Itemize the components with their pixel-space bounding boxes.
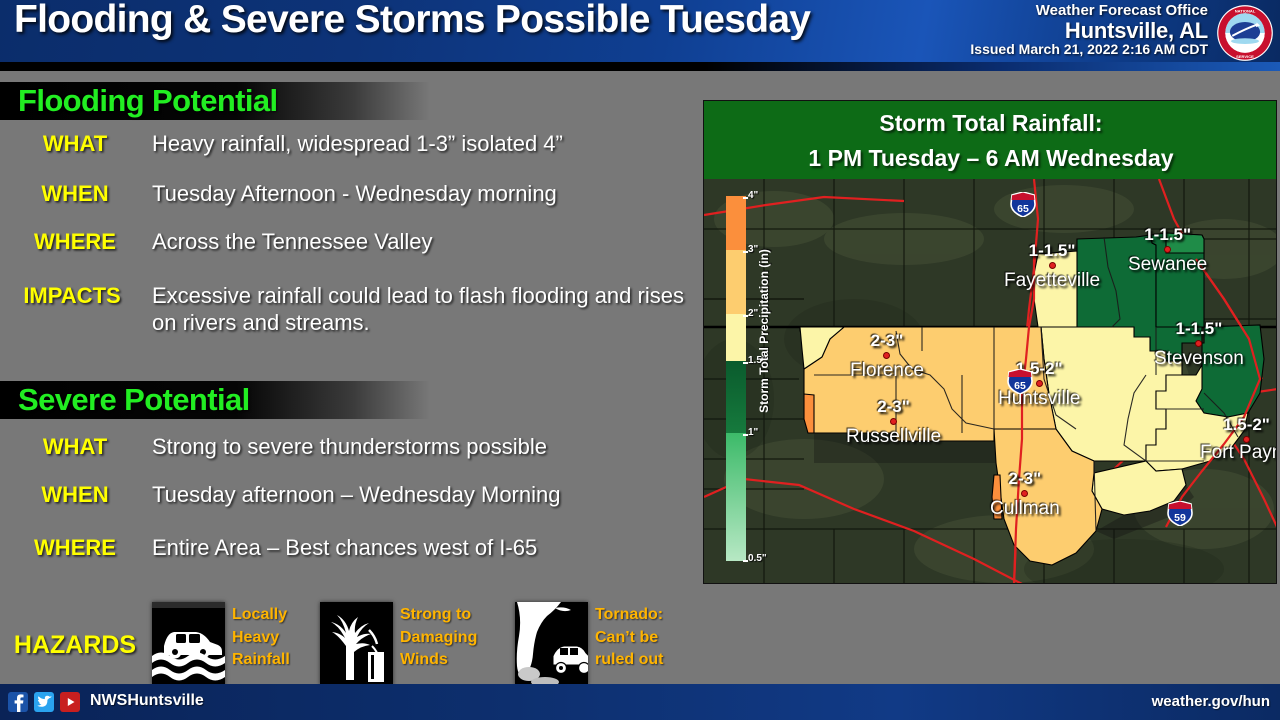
fort-payne-amount: 1.5-2" xyxy=(1223,415,1270,434)
flooding-when-label: WHEN xyxy=(41,181,109,206)
severe-where-label: WHERE xyxy=(34,535,116,560)
youtube-icon[interactable] xyxy=(60,692,80,712)
page-footer: NWSHuntsville weather.gov/hun xyxy=(0,684,1280,720)
map-title-line2: 1 PM Tuesday – 6 AM Wednesday xyxy=(808,144,1174,171)
russellville-amount: 2-3" xyxy=(877,397,910,416)
rainfall-map-panel[interactable]: Storm Total Rainfall: 1 PM Tuesday – 6 A… xyxy=(703,100,1277,584)
colorbar-tick-0p5: 0.5" xyxy=(743,553,767,564)
social-handle: NWSHuntsville xyxy=(90,692,204,709)
fayetteville-amount: 1-1.5" xyxy=(1028,241,1076,260)
colorbar-segment-1to1p5 xyxy=(726,361,746,433)
map-title: Storm Total Rainfall: 1 PM Tuesday – 6 A… xyxy=(704,101,1276,179)
hazard-wind-tree: Strong to Damaging Winds xyxy=(320,599,505,691)
issued-timestamp: Issued March 21, 2022 2:16 AM CDT xyxy=(970,41,1208,58)
huntsville-marker xyxy=(1035,380,1043,387)
wind-blown-tree-icon xyxy=(320,602,393,686)
city-label-florence: 2-3" Florence xyxy=(850,331,924,382)
city-label-fort-payne: 1.5-2" Fort Payne xyxy=(1200,415,1276,463)
interstate-shield-65-north: 65 xyxy=(1010,192,1036,217)
flooding-section-header: Flooding Potential xyxy=(0,82,430,120)
header-divider xyxy=(0,62,1280,71)
colorbar-segment-3to4 xyxy=(726,196,746,250)
colorbar-tick-1: 1" xyxy=(742,427,759,438)
florence-marker xyxy=(883,352,891,359)
left-content-column: Flooding Potential WHAT Heavy rainfall, … xyxy=(0,71,700,686)
flooding-impacts-label: IMPACTS xyxy=(23,283,121,308)
office-line-label: Weather Forecast Office xyxy=(1035,2,1208,19)
city-label-stevenson: 1-1.5" Stevenson xyxy=(1154,319,1244,370)
cullman-amount: 2-3" xyxy=(1008,469,1042,488)
fort-payne-name: Fort Payne xyxy=(1200,442,1276,463)
page-title: Flooding & Severe Storms Possible Tuesda… xyxy=(14,0,811,41)
office-name: Huntsville, AL xyxy=(1064,17,1208,43)
map-canvas[interactable]: 4" 3" 2" 1.5" 1" 0.5" Storm Total Precip… xyxy=(704,179,1276,583)
website-url[interactable]: weather.gov/hun xyxy=(1152,693,1270,710)
svg-text:65: 65 xyxy=(1017,203,1029,215)
map-title-line1: Storm Total Rainfall: xyxy=(879,110,1103,136)
svg-text:NATIONAL: NATIONAL xyxy=(1235,9,1256,14)
svg-text:59: 59 xyxy=(1174,512,1186,524)
hazard-tornado: Tornado: Can’t be ruled out xyxy=(515,599,700,691)
russellville-marker xyxy=(890,418,898,425)
flooding-where-value: Across the Tennessee Valley xyxy=(152,229,433,254)
russellville-name: Russellville xyxy=(846,426,942,447)
sewanee-name: Sewanee xyxy=(1128,254,1208,275)
severe-when-label: WHEN xyxy=(41,482,109,507)
severe-what-value: Strong to severe thunderstorms possible xyxy=(152,434,547,459)
colorbar-segment-0p5to1 xyxy=(726,433,746,561)
severe-when-value: Tuesday afternoon – Wednesday Morning xyxy=(152,482,561,507)
twitter-icon[interactable] xyxy=(34,692,54,712)
city-label-cullman: 2-3" Cullman xyxy=(990,469,1060,520)
fayetteville-marker xyxy=(1048,262,1056,269)
hazards-row: HAZARDS Locally Heavy Rainfall Strong to… xyxy=(0,599,700,691)
flooding-impacts-value: Excessive rainfall could lead to flash f… xyxy=(152,283,684,335)
page-header: Flooding & Severe Storms Possible Tuesda… xyxy=(0,0,1280,62)
tornado-icon xyxy=(515,602,588,686)
interstate-shield-59: 59 xyxy=(1167,501,1193,526)
hazard-flooded-car: Locally Heavy Rainfall xyxy=(152,599,332,691)
sewanee-amount: 1-1.5" xyxy=(1144,225,1192,244)
severe-what-label: WHAT xyxy=(42,434,108,459)
stevenson-amount: 1-1.5" xyxy=(1175,319,1223,338)
severe-where-value: Entire Area – Best chances west of I-65 xyxy=(152,535,538,560)
hazard-wind-tree-text: Strong to Damaging Winds xyxy=(400,606,478,669)
severe-section-header: Severe Potential xyxy=(0,381,430,419)
svg-text:SERVICE: SERVICE xyxy=(1236,54,1254,59)
rainfall-colorbar: 4" 3" 2" 1.5" 1" 0.5" Storm Total Precip… xyxy=(726,190,771,564)
svg-text:65: 65 xyxy=(1014,380,1026,392)
office-info: Weather Forecast Office Huntsville, AL I… xyxy=(970,3,1208,57)
hazards-label: HAZARDS xyxy=(13,631,137,659)
stevenson-name: Stevenson xyxy=(1154,348,1244,369)
colorbar-segment-2to3 xyxy=(726,250,746,314)
cullman-name: Cullman xyxy=(990,498,1060,519)
interstate-shield-65-south: 65 xyxy=(1007,369,1033,394)
florence-name: Florence xyxy=(850,360,924,381)
colorbar-tick-4: 4" xyxy=(742,190,759,201)
colorbar-axis-label: Storm Total Precipitation (in) xyxy=(756,249,771,413)
flooding-where-label: WHERE xyxy=(34,229,116,254)
facebook-icon[interactable] xyxy=(8,692,28,712)
florence-amount: 2-3" xyxy=(870,331,904,350)
hazard-tornado-text: Tornado: Can’t be ruled out xyxy=(595,606,664,669)
flooding-what-label: WHAT xyxy=(42,131,108,156)
severe-heading: Severe Potential xyxy=(18,382,250,417)
hazard-flooded-car-text: Locally Heavy Rainfall xyxy=(232,606,290,669)
sewanee-marker xyxy=(1164,246,1172,253)
flooded-car-icon xyxy=(152,602,225,686)
city-label-fayetteville: 1-1.5" Fayetteville xyxy=(1004,241,1100,292)
stevenson-marker xyxy=(1195,340,1203,347)
flooding-heading: Flooding Potential xyxy=(18,83,278,118)
city-label-russellville: 2-3" Russellville xyxy=(846,397,941,448)
cullman-marker xyxy=(1021,490,1029,497)
nws-seal-icon: NATIONAL SERVICE xyxy=(1217,5,1273,61)
city-label-sewanee: 1-1.5" Sewanee xyxy=(1128,225,1207,276)
flooding-when-value: Tuesday Afternoon - Wednesday morning xyxy=(152,181,557,206)
colorbar-segment-1p5to2 xyxy=(726,314,746,361)
fayetteville-name: Fayetteville xyxy=(1004,270,1101,291)
flooding-what-value: Heavy rainfall, widespread 1-3” isolated… xyxy=(152,131,563,156)
